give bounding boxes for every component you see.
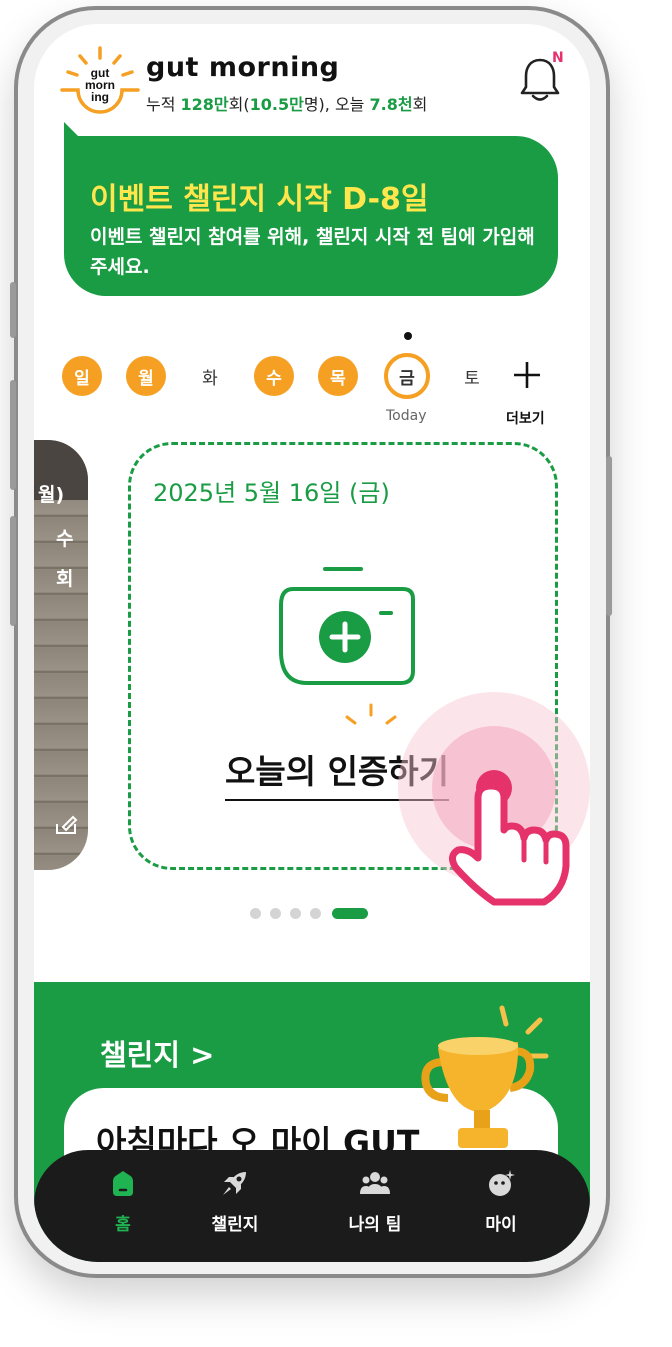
stats-mid2: 명), 오늘 [303, 95, 370, 114]
day-thursday[interactable]: 목 [318, 356, 358, 396]
trophy-icon [421, 1005, 549, 1148]
pager-dot[interactable] [310, 908, 321, 919]
nav-my-team[interactable]: 나의 팀 [320, 1168, 430, 1248]
camera-add-icon[interactable] [273, 563, 423, 693]
nav-my-team-label: 나의 팀 [348, 1215, 402, 1235]
pager-dot[interactable] [250, 908, 261, 919]
team-icon [360, 1172, 390, 1194]
nav-challenge-label: 챌린지 [211, 1215, 259, 1235]
today-indicator-dot [404, 332, 412, 340]
card-date: 2025년 5월 16일 (금) [153, 479, 390, 507]
phone-volume-up [10, 380, 16, 490]
nav-my-label: 마이 [485, 1215, 517, 1235]
plus-icon[interactable] [512, 360, 542, 390]
challenge-section-title[interactable]: 챌린지 > [100, 1032, 214, 1074]
stats-today-count: 7.8천 [369, 95, 413, 114]
phone-volume-down [10, 516, 16, 626]
usage-stats: 누적 128만회(10.5만명), 오늘 7.8천회 [146, 91, 427, 115]
app-name: gut morning [146, 52, 340, 83]
more-label[interactable]: 더보기 [506, 408, 545, 428]
day-tuesday[interactable]: 화 [190, 356, 230, 396]
notification-badge: N [552, 50, 564, 66]
stats-prefix: 누적 [146, 95, 181, 114]
nav-challenge[interactable]: 챌린지 [180, 1168, 290, 1248]
stats-suffix: 회 [412, 95, 428, 114]
bottom-navigation: 홈 챌린지 나의 팀 마이 [34, 1150, 590, 1262]
previous-day-card[interactable]: 월) 수 회 [34, 440, 88, 870]
stats-mid1: 회( [228, 95, 250, 114]
tap-hand-icon [398, 692, 590, 906]
gut-morning-logo: gut morn ing [60, 46, 140, 114]
nav-my[interactable]: 마이 [446, 1168, 556, 1248]
day-friday-today[interactable]: 금 [384, 353, 430, 399]
phone-side-button [10, 282, 16, 338]
edit-icon [56, 815, 78, 834]
event-banner-description: 이벤트 챌린지 참여를 위해, 챌린지 시작 전 팀에 가입해 주세요. [90, 226, 535, 278]
profile-icon [489, 1170, 515, 1196]
svg-text:ing: ing [91, 90, 109, 104]
day-saturday[interactable]: 토 [452, 356, 492, 396]
stats-total-count: 128만 [180, 95, 229, 114]
event-banner-title: 이벤트 챌린지 시작 D-8일 [90, 182, 429, 217]
today-label: Today [386, 408, 427, 424]
nav-home[interactable]: 홈 [68, 1168, 178, 1248]
previous-card-line2: 수 [56, 528, 74, 550]
event-banner[interactable]: 이벤트 챌린지 시작 D-8일 이벤트 챌린지 참여를 위해, 챌린지 시작 전… [64, 136, 558, 296]
week-calendar: 일 월 화 수 목 금 토 Today 더보기 [34, 332, 590, 432]
pager-dot[interactable] [270, 908, 281, 919]
home-icon [113, 1171, 133, 1196]
app-screen: gut morn ing gut morning 누적 128만회(10.5만명… [34, 24, 590, 1262]
rocket-icon [223, 1172, 246, 1195]
previous-card-line1: 월) [38, 484, 65, 506]
nav-home-label: 홈 [115, 1215, 131, 1235]
previous-card-line3: 회 [56, 568, 74, 590]
stats-people-count: 10.5만 [249, 95, 304, 114]
day-sunday[interactable]: 일 [62, 356, 102, 396]
day-wednesday[interactable]: 수 [254, 356, 294, 396]
pager-dot[interactable] [290, 908, 301, 919]
pager-dot-active[interactable] [332, 908, 368, 919]
day-monday[interactable]: 월 [126, 356, 166, 396]
phone-power-button [606, 456, 612, 616]
